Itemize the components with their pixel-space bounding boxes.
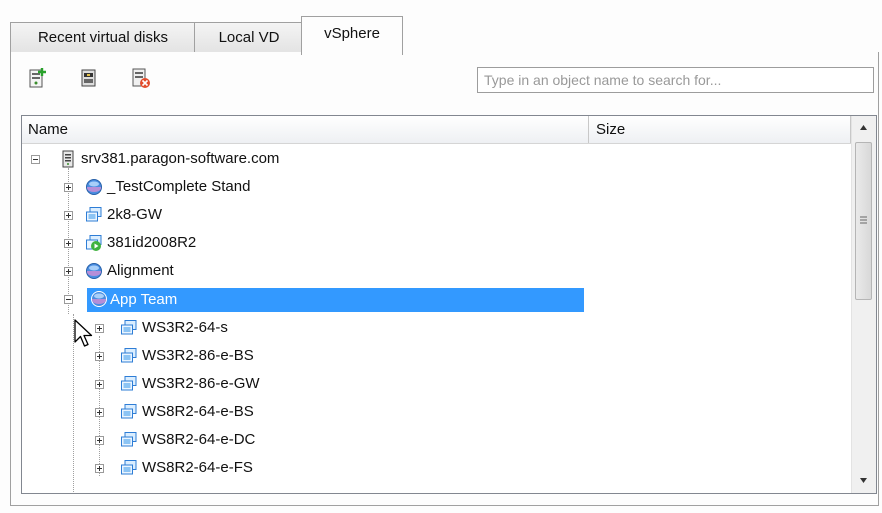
expand-toggle[interactable] — [95, 380, 104, 389]
tree-item-label: WS8R2-64-e-FS — [142, 459, 253, 476]
vm-running-icon — [85, 234, 103, 252]
tree-row-root[interactable]: srv381.paragon-software.com — [22, 147, 852, 173]
virtual-machine-icon — [120, 459, 138, 477]
virtual-machine-icon — [120, 319, 138, 337]
virtual-machine-icon — [120, 347, 138, 365]
expand-toggle[interactable] — [64, 183, 73, 192]
tree-row[interactable]: WS8R2-64-e-DC — [22, 428, 852, 454]
collapse-toggle[interactable] — [31, 155, 40, 164]
tree-item-label: Alignment — [107, 262, 174, 279]
tree-row[interactable]: 2k8-GW — [22, 203, 852, 229]
tab-strip: Recent virtual disks Local VD vSphere — [10, 16, 876, 55]
tree-item-label: WS8R2-64-e-BS — [142, 403, 254, 420]
tab-recent-virtual-disks[interactable]: Recent virtual disks — [10, 22, 196, 53]
tree-row[interactable]: WS3R2-86-e-GW — [22, 372, 852, 398]
disk-properties-icon[interactable] — [78, 66, 100, 90]
tree-item-label: 2k8-GW — [107, 206, 163, 223]
collapse-toggle[interactable] — [64, 295, 73, 304]
tree-item-label: WS3R2-64-s — [142, 319, 228, 336]
tree-item-label: WS3R2-86-e-BS — [142, 347, 254, 364]
tree-item-label: App Team — [87, 288, 584, 312]
virtual-machine-icon — [120, 403, 138, 421]
resource-pool-icon — [85, 262, 103, 280]
new-disk-icon[interactable] — [28, 66, 50, 90]
tree-row[interactable]: WS8R2-64-e-BS — [22, 400, 852, 426]
tree-item-label: _TestComplete Stand — [107, 178, 251, 195]
tree-row[interactable]: _TestComplete Stand — [22, 175, 852, 201]
tree-row[interactable]: WS3R2-86-e-BS — [22, 344, 852, 370]
vertical-scrollbar[interactable] — [851, 116, 876, 493]
column-header-name[interactable]: Name — [28, 116, 68, 143]
scroll-down-button[interactable] — [855, 472, 872, 489]
resource-pool-icon — [85, 178, 103, 196]
tree-row[interactable]: WS3R2-64-s — [22, 316, 852, 342]
app-window: Recent virtual disks Local VD vSphere Ty… — [0, 0, 882, 513]
expand-toggle[interactable] — [95, 464, 104, 473]
column-header-bar: Name Size — [22, 116, 852, 144]
tree-item-label: 381id2008R2 — [107, 234, 197, 251]
tree-row[interactable]: WS8R2-64-e-FS — [22, 456, 852, 482]
expand-toggle[interactable] — [95, 436, 104, 445]
tree-row[interactable]: Alignment — [22, 259, 852, 285]
expand-toggle[interactable] — [64, 239, 73, 248]
scroll-up-button[interactable] — [855, 119, 872, 136]
tree-item-label: WS3R2-86-e-GW — [142, 375, 260, 392]
expand-toggle[interactable] — [64, 267, 73, 276]
expand-toggle[interactable] — [95, 352, 104, 361]
resource-pool-icon — [90, 290, 108, 308]
expand-toggle[interactable] — [95, 408, 104, 417]
column-separator[interactable] — [588, 116, 589, 143]
column-header-size[interactable]: Size — [596, 116, 625, 143]
tab-local-vd[interactable]: Local VD — [194, 22, 304, 53]
tree-item-label: WS8R2-64-e-DC — [142, 431, 256, 448]
tree-item-label: srv381.paragon-software.com — [81, 150, 280, 167]
virtual-machine-icon — [85, 206, 103, 224]
virtual-machine-icon — [120, 375, 138, 393]
tree-row[interactable]: 381id2008R2 — [22, 231, 852, 257]
scrollbar-thumb[interactable] — [855, 142, 872, 300]
server-icon — [59, 150, 77, 168]
remove-disk-icon[interactable] — [130, 66, 152, 90]
search-input[interactable] — [477, 67, 874, 93]
tree-row-selected[interactable]: App Team — [22, 287, 852, 313]
expand-toggle[interactable] — [64, 211, 73, 220]
expand-toggle[interactable] — [95, 324, 104, 333]
mouse-pointer-icon — [74, 319, 96, 349]
tab-vsphere[interactable]: vSphere — [301, 16, 403, 55]
virtual-machine-icon — [120, 431, 138, 449]
vsphere-tree-list[interactable]: Name Size srv381.paragon-software.com _T… — [21, 115, 877, 494]
